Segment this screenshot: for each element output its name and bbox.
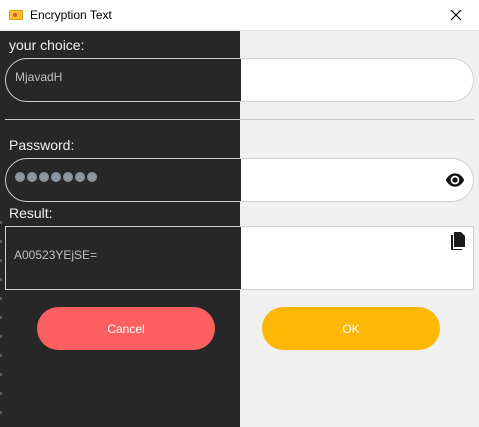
cancel-button[interactable]: Cancel — [37, 307, 215, 350]
password-dot — [75, 172, 85, 182]
client-area: your choice: MjavadH Password: Result: A… — [0, 31, 479, 427]
window-title: Encryption Text — [30, 8, 112, 22]
ok-button[interactable]: OK — [262, 307, 440, 350]
envelope-icon — [9, 10, 23, 20]
password-input[interactable] — [5, 158, 474, 202]
eye-icon[interactable] — [445, 170, 465, 190]
copy-icon[interactable] — [451, 232, 465, 250]
password-mask — [15, 172, 97, 182]
choice-input[interactable]: MjavadH — [5, 58, 474, 102]
choice-label: your choice: — [9, 37, 85, 53]
choice-input-value: MjavadH — [15, 70, 63, 84]
close-icon — [450, 9, 462, 21]
result-output[interactable]: A00523YEjSE= — [5, 226, 474, 290]
result-label: Result: — [9, 205, 53, 221]
password-label: Password: — [9, 137, 75, 153]
password-dot — [27, 172, 37, 182]
password-dot — [63, 172, 73, 182]
password-dot — [15, 172, 25, 182]
password-dot — [51, 172, 61, 182]
result-value: A00523YEjSE= — [14, 248, 98, 262]
divider — [5, 119, 474, 120]
close-button[interactable] — [433, 0, 479, 30]
password-dot — [39, 172, 49, 182]
password-dot — [87, 172, 97, 182]
title-bar: Encryption Text — [0, 0, 479, 31]
window-edge-marks — [0, 221, 2, 421]
